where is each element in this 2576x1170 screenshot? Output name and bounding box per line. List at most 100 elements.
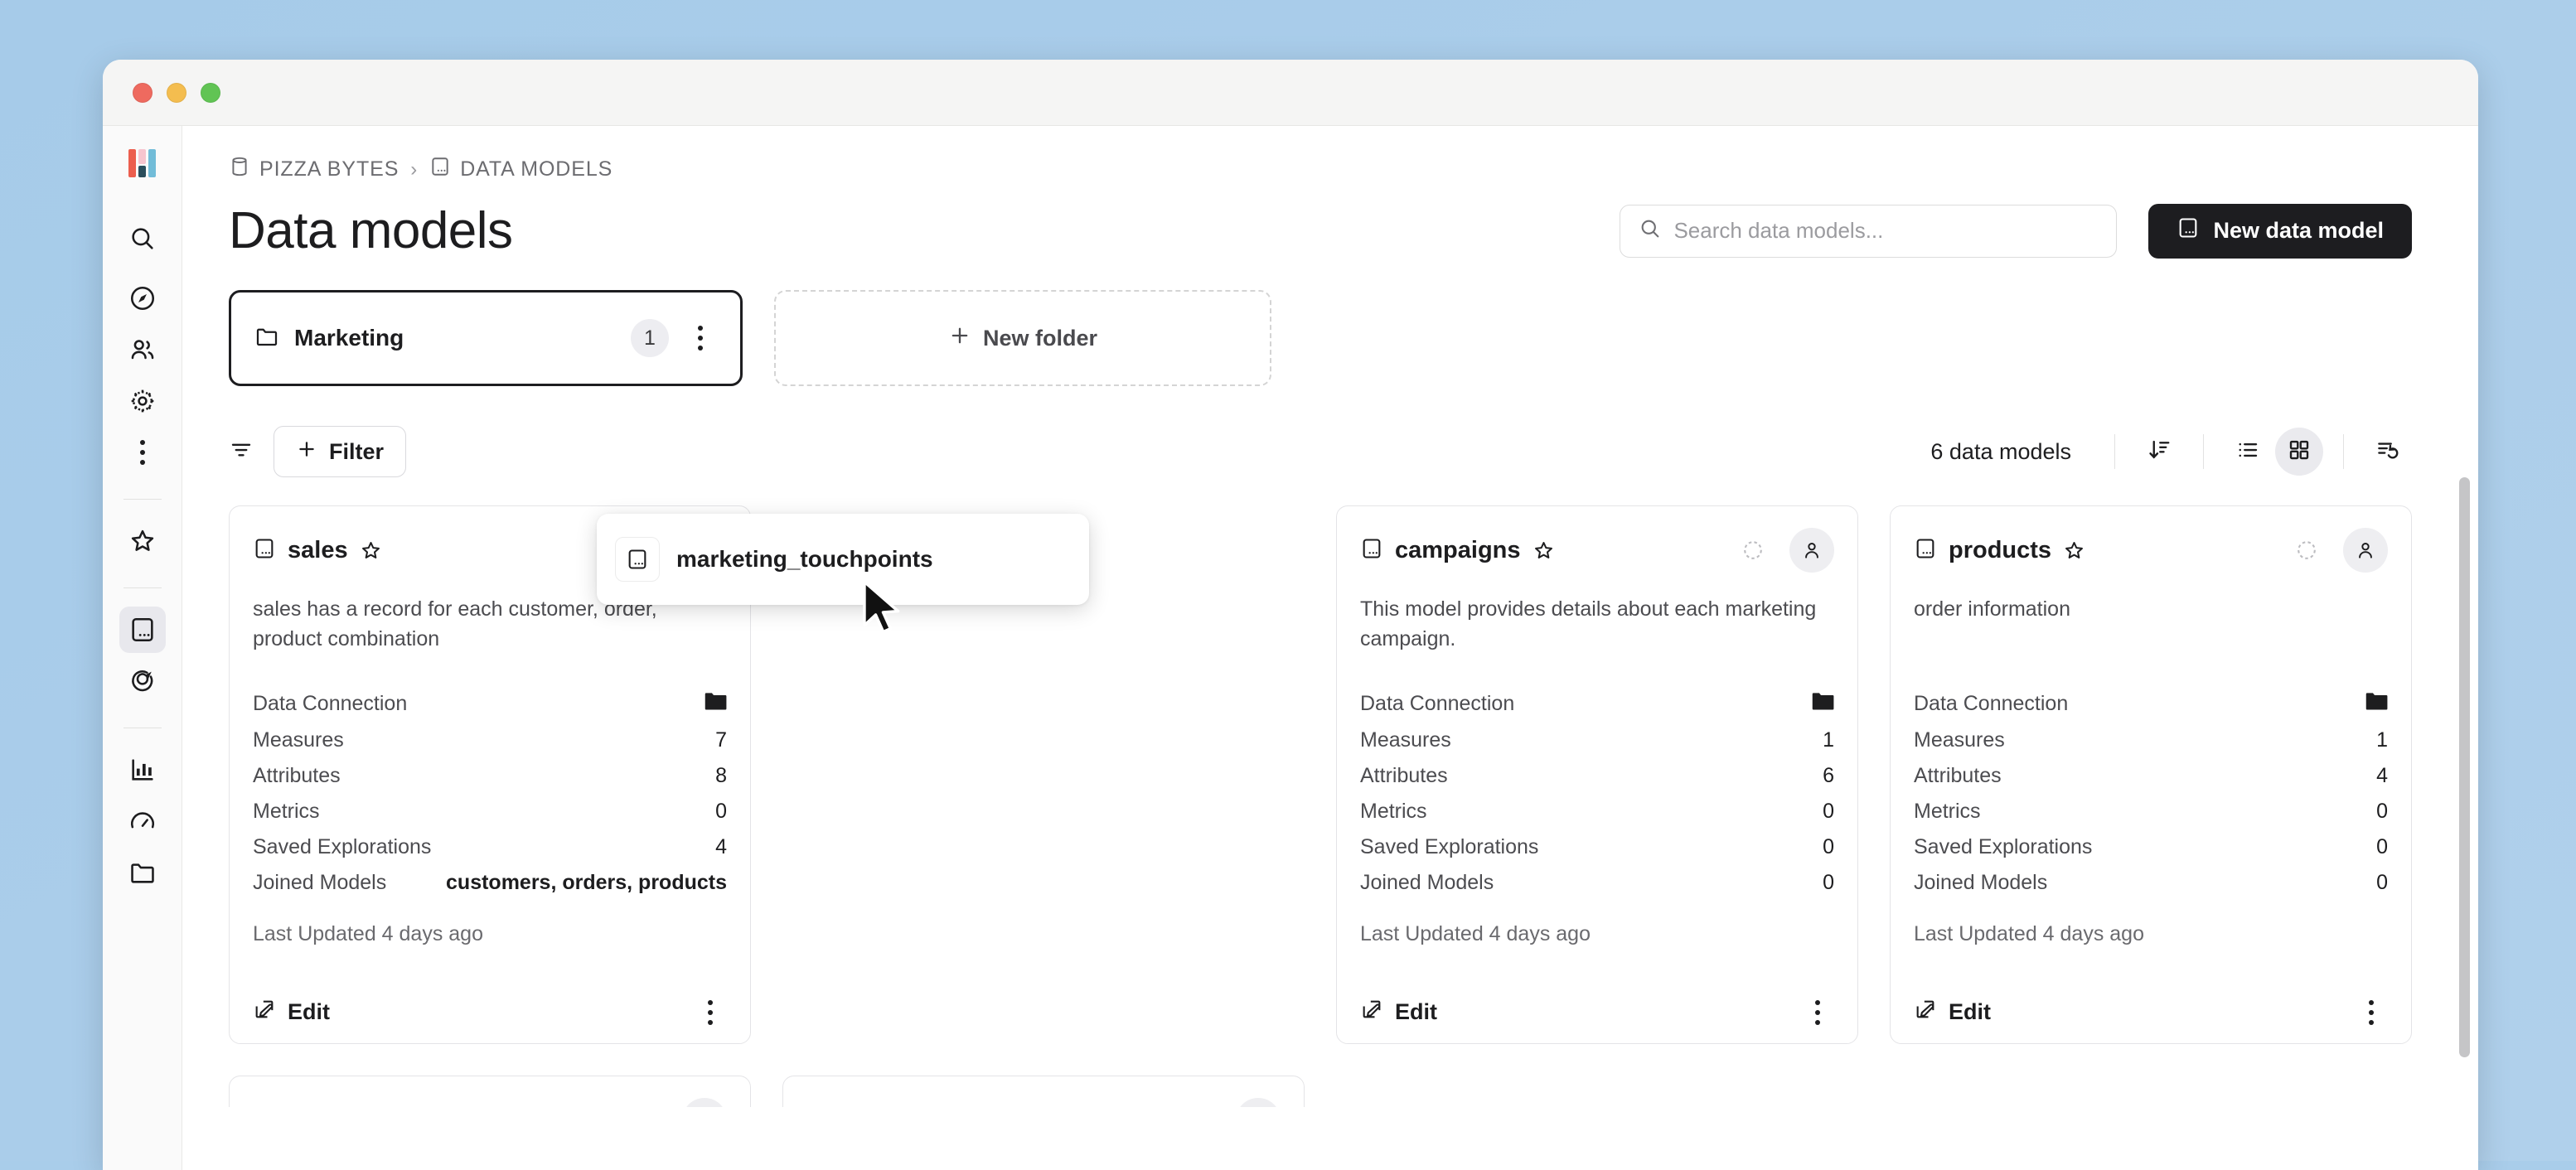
stat-label: Data Connection — [1360, 692, 1515, 715]
card-title: orders — [288, 1107, 362, 1108]
window-titlebar — [103, 60, 2478, 126]
card-stats: Data Connection Measures 1 Attributes — [1360, 685, 1834, 901]
vertical-scrollbar[interactable] — [2459, 477, 2470, 1057]
user-avatar-icon[interactable] — [1789, 528, 1834, 573]
left-sidebar — [103, 126, 182, 1170]
edit-label: Edit — [1395, 999, 1437, 1024]
sidebar-item-performance[interactable] — [119, 798, 166, 844]
grid-view-button[interactable] — [2275, 428, 2323, 476]
reset-layout-button[interactable] — [2364, 428, 2412, 476]
sidebar-item-settings[interactable] — [119, 378, 166, 424]
sidebar-item-data-models[interactable] — [119, 607, 166, 653]
sidebar-item-folders[interactable] — [119, 849, 166, 896]
stat-label: Metrics — [1360, 800, 1427, 823]
plus-icon — [296, 438, 317, 466]
sidebar-item-people[interactable] — [119, 326, 166, 373]
gear-icon — [128, 387, 157, 415]
data-model-icon — [253, 1107, 276, 1108]
window-body: PIZZA BYTES › DATA MODELS Data models Se… — [103, 126, 2478, 1170]
folders-row: Marketing 1 New folder — [182, 260, 2478, 386]
maximize-window-button[interactable] — [201, 82, 220, 103]
users-icon — [128, 336, 157, 364]
new-folder-button[interactable]: New folder — [774, 290, 1271, 386]
close-window-button[interactable] — [133, 82, 153, 103]
edit-button[interactable]: Edit — [1914, 998, 1991, 1027]
dropdown-item-label[interactable]: marketing_touchpoints — [676, 546, 933, 573]
model-card-campaigns[interactable]: campaigns This model provides details ab… — [1336, 505, 1858, 1044]
folder-filled-icon — [704, 691, 727, 717]
minimize-window-button[interactable] — [167, 82, 186, 103]
model-card-customers[interactable]: customers — [782, 1076, 1305, 1107]
list-view-button[interactable] — [2224, 428, 2272, 476]
stat-metrics: Metrics 0 — [253, 794, 727, 829]
reset-layout-icon — [2375, 438, 2400, 467]
toolbar-right: 6 data models — [1930, 428, 2412, 476]
star-icon[interactable] — [2063, 539, 2085, 562]
breadcrumb-separator: › — [410, 157, 419, 181]
sort-lines-icon[interactable] — [229, 438, 254, 467]
new-data-model-button[interactable]: New data model — [2148, 203, 2412, 259]
card-header: customers — [806, 1098, 1281, 1107]
user-avatar-icon[interactable] — [2343, 528, 2388, 573]
card-menu-button[interactable] — [2355, 999, 2388, 1025]
card-footer: Edit — [253, 976, 727, 1027]
sidebar-item-search[interactable] — [119, 215, 166, 262]
data-model-icon — [806, 1107, 830, 1108]
model-card-orders[interactable]: orders — [229, 1076, 751, 1107]
breadcrumb-label-data-models: DATA MODELS — [460, 157, 613, 181]
card-footer: Edit — [1914, 976, 2388, 1027]
plus-icon — [948, 324, 971, 353]
edit-label: Edit — [288, 999, 330, 1024]
search-box[interactable] — [1620, 204, 2118, 258]
user-avatar-icon[interactable] — [682, 1098, 727, 1107]
stat-value: 1 — [1823, 728, 1834, 752]
edit-button[interactable]: Edit — [253, 998, 330, 1027]
data-model-icon — [1914, 537, 1937, 564]
card-menu-button[interactable] — [694, 999, 727, 1025]
card-footer: Edit — [1360, 976, 1834, 1027]
data-model-icon — [253, 537, 276, 564]
new-data-model-label: New data model — [2213, 218, 2384, 243]
stat-saved-explorations: Saved Explorations 0 — [1914, 829, 2388, 865]
card-menu-button[interactable] — [1801, 999, 1834, 1025]
model-card-products[interactable]: products order information Data Connecti… — [1890, 505, 2412, 1044]
toolbar-divider-2 — [2203, 434, 2204, 469]
app-logo[interactable] — [123, 149, 162, 187]
stat-measures: Measures 1 — [1360, 723, 1834, 758]
folder-card-marketing[interactable]: Marketing 1 — [229, 290, 743, 386]
stat-value: 0 — [1823, 871, 1834, 894]
star-icon[interactable] — [360, 539, 382, 562]
card-header: campaigns — [1360, 528, 1834, 573]
search-icon — [1639, 217, 1662, 244]
search-input[interactable] — [1673, 218, 2099, 244]
sidebar-item-charts[interactable] — [119, 747, 166, 793]
stat-label: Attributes — [1360, 764, 1448, 787]
star-icon[interactable] — [1533, 539, 1555, 562]
card-title: campaigns — [1395, 536, 1521, 563]
sidebar-item-more[interactable] — [119, 429, 166, 476]
stat-value: 4 — [715, 835, 727, 858]
data-model-icon — [2177, 216, 2200, 245]
add-filter-button[interactable]: Filter — [274, 426, 407, 477]
sidebar-item-favorites[interactable] — [119, 518, 166, 564]
folder-menu-button[interactable] — [684, 326, 717, 351]
compass-icon — [128, 284, 157, 312]
gauge-icon — [128, 807, 157, 835]
pencil-square-icon — [253, 998, 276, 1027]
breadcrumb-item-data-models[interactable]: DATA MODELS — [429, 156, 613, 183]
page-header: Data models New data model — [182, 183, 2478, 260]
user-avatar-icon[interactable] — [1236, 1098, 1281, 1107]
stat-label: Attributes — [253, 764, 341, 787]
stat-value: 6 — [1823, 764, 1834, 787]
database-icon — [229, 156, 250, 183]
stat-value: 7 — [715, 728, 727, 752]
filter-label: Filter — [329, 438, 385, 464]
sync-status-icon — [629, 1104, 662, 1107]
edit-button[interactable]: Edit — [1360, 998, 1437, 1027]
sort-direction-button[interactable] — [2135, 428, 2183, 476]
sidebar-item-goals[interactable] — [119, 658, 166, 704]
edit-label: Edit — [1949, 999, 1991, 1024]
pencil-square-icon — [1914, 998, 1937, 1027]
sidebar-item-explore[interactable] — [119, 275, 166, 322]
breadcrumb-item-workspace[interactable]: PIZZA BYTES — [229, 156, 399, 183]
